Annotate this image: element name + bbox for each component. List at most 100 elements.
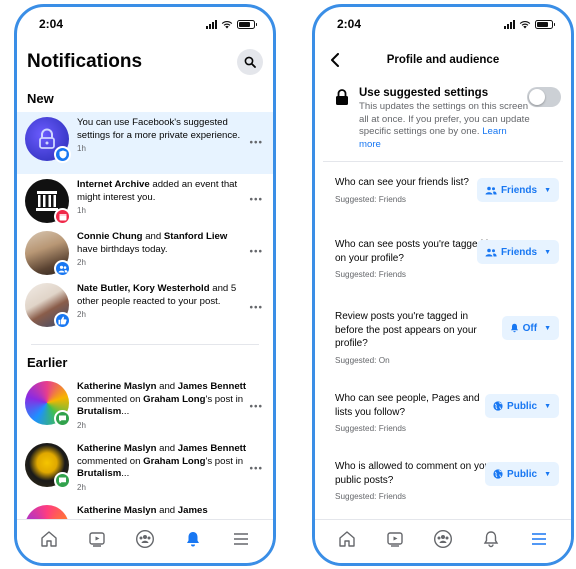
setting-suggestion: Suggested: Friends [335, 270, 407, 280]
setting-question: Who can see your friends list? [335, 177, 469, 189]
actor-name: James [177, 505, 208, 516]
review-dropdown[interactable]: Off ▼ [501, 316, 559, 341]
notifications-header: Notifications [17, 41, 273, 79]
notification-item[interactable]: You can use Facebook's suggested setting… [17, 112, 273, 174]
like-icon [54, 312, 71, 329]
dropdown-value: Public [507, 468, 538, 480]
caret-down-icon: ▼ [544, 324, 551, 332]
search-button[interactable] [237, 49, 263, 75]
notification-item[interactable]: Connie Chung and Stanford Liew have birt… [17, 226, 273, 278]
nav-menu[interactable] [227, 525, 255, 553]
more-options-icon[interactable]: ••• [249, 464, 263, 475]
nav-groups[interactable] [131, 525, 159, 553]
groups-icon [433, 529, 453, 548]
lock-icon [39, 128, 55, 149]
notification-text: Nate Butler, Kory Westerhold and 5 other… [77, 283, 265, 333]
dropdown-value: Friends [500, 246, 538, 258]
shield-icon [54, 146, 71, 163]
setting-question: Who is allowed to comment on your public… [335, 461, 494, 486]
battery-icon [237, 19, 257, 29]
nav-groups[interactable] [429, 525, 457, 553]
friends-icon [485, 186, 497, 195]
friends-icon [485, 248, 497, 257]
more-options-icon[interactable]: ••• [249, 402, 263, 413]
notification-text: Katherine Maslyn and James Bennett comme… [77, 443, 265, 495]
actor-name: Graham Long [143, 455, 206, 467]
dropdown-value: Friends [500, 184, 538, 196]
more-options-icon[interactable]: ••• [249, 303, 263, 314]
search-icon [244, 56, 256, 68]
audience-dropdown[interactable]: Public ▼ [485, 462, 559, 487]
page-title: Notifications [27, 51, 143, 72]
notification-message: 's post in [205, 393, 244, 405]
actor-name: Stanford Liew [163, 231, 228, 242]
notification-message: and [142, 231, 164, 242]
back-button[interactable] [325, 50, 345, 70]
setting-question: Review posts you're tagged in before the… [335, 311, 477, 350]
setting-suggestion: Suggested: On [335, 355, 390, 365]
actor-name: James Bennett [177, 381, 247, 392]
setting-question: Who can see people, Pages and lists you … [335, 393, 480, 418]
status-bar: 2:04 [17, 7, 273, 41]
notification-time: 1h [77, 144, 86, 153]
wifi-icon [519, 20, 531, 28]
bottom-nav [315, 519, 571, 563]
profile-audience-header: Profile and audience [315, 41, 571, 79]
bell-icon [187, 531, 199, 546]
video-icon [89, 531, 105, 547]
notification-text: Internet Archive added an event that mig… [77, 179, 265, 221]
profile-audience-phone: 2:04 Profile and audience Use suggested … [312, 4, 574, 566]
more-options-icon[interactable]: ••• [249, 247, 263, 258]
lock-icon [336, 89, 348, 105]
nav-menu[interactable] [525, 525, 553, 553]
actor-name: Katherine Maslyn [77, 505, 157, 516]
nav-watch[interactable] [381, 525, 409, 553]
menu-icon [532, 532, 546, 545]
suggested-settings-toggle[interactable] [527, 87, 561, 107]
bell-icon [483, 530, 499, 547]
setting-question: Who can see posts you're tagged in on yo… [335, 239, 494, 264]
audience-dropdown[interactable]: Friends ▼ [476, 178, 559, 203]
setting-row-friends-list: Who can see your friends list? Suggested… [323, 176, 563, 238]
status-icons [504, 19, 555, 29]
calendar-icon [54, 208, 71, 225]
nav-watch[interactable] [83, 525, 111, 553]
signal-icon [504, 19, 515, 29]
notification-item[interactable]: Nate Butler, Kory Westerhold and 5 other… [17, 278, 273, 338]
notification-time: 1h [77, 206, 86, 215]
actor-name: Nate Butler, Kory Westerhold [77, 283, 210, 294]
notification-text: You can use Facebook's suggested setting… [77, 117, 265, 169]
notification-text: Connie Chung and Stanford Liew have birt… [77, 231, 265, 273]
notification-item[interactable]: Katherine Maslyn and James Bennett comme… [17, 438, 273, 500]
notification-item[interactable]: Katherine Maslyn and James Bennett comme… [17, 376, 273, 438]
setting-row-review-tags: Review posts you're tagged in before the… [323, 310, 563, 392]
actor-name: Connie Chung [77, 231, 143, 242]
actor-name: Internet Archive [77, 179, 150, 190]
notification-message: and [156, 381, 178, 392]
setting-suggestion: Suggested: Friends [335, 424, 407, 434]
signal-icon [206, 19, 217, 29]
archive-logo-icon [36, 191, 58, 211]
nav-notifications[interactable] [477, 525, 505, 553]
setting-row-following: Who can see people, Pages and lists you … [323, 392, 563, 460]
notification-message: commented on [77, 393, 144, 405]
groups-icon [135, 529, 155, 548]
group-name: Brutalism [77, 468, 122, 479]
bell-icon [510, 324, 518, 333]
notification-time: 2h [77, 310, 86, 319]
nav-home[interactable] [333, 525, 361, 553]
more-options-icon[interactable]: ••• [249, 138, 263, 149]
more-options-icon[interactable]: ••• [249, 195, 263, 206]
nav-notifications[interactable] [179, 525, 207, 553]
notification-text: Katherine Maslyn and James Bennett comme… [77, 381, 265, 433]
nav-home[interactable] [35, 525, 63, 553]
notification-message: 's post in [205, 455, 244, 467]
suggested-settings-title: Use suggested settings [359, 87, 489, 99]
status-time: 2:04 [337, 17, 362, 31]
audience-dropdown[interactable]: Friends ▼ [476, 240, 559, 265]
caret-down-icon: ▼ [544, 248, 551, 256]
notification-item[interactable]: Internet Archive added an event that mig… [17, 174, 273, 226]
dropdown-value: Off [522, 322, 538, 334]
audience-dropdown[interactable]: Public ▼ [485, 394, 559, 419]
actor-name: James Bennett [177, 443, 247, 454]
